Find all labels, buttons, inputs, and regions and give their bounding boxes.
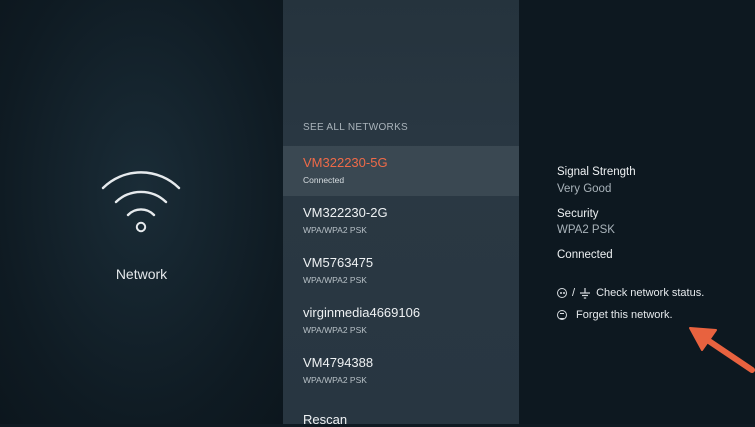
signal-strength-value: Very Good xyxy=(557,183,612,195)
forget-network-hint[interactable]: Forget this network. xyxy=(557,309,673,321)
network-security: WPA/WPA2 PSK xyxy=(303,225,367,235)
network-item-selected[interactable]: VM322230-5G Connected xyxy=(283,146,519,196)
check-status-text: Check network status. xyxy=(596,287,705,299)
network-item[interactable]: VM322230-2G WPA/WPA2 PSK xyxy=(283,196,519,246)
wifi-icon xyxy=(101,171,181,233)
network-item[interactable]: VM5763475 WPA/WPA2 PSK xyxy=(283,246,519,296)
ground-icon xyxy=(580,287,591,299)
connection-status: Connected xyxy=(557,249,613,261)
check-status-hint: / Check network status. xyxy=(557,287,704,299)
network-list: VM322230-5G Connected VM322230-2G WPA/WP… xyxy=(283,146,519,396)
list-header: SEE ALL NETWORKS xyxy=(303,122,409,133)
forget-network-text: Forget this network. xyxy=(576,309,673,321)
network-name: virginmedia4669106 xyxy=(303,305,421,320)
security-label: Security xyxy=(557,208,599,220)
security-value: WPA2 PSK xyxy=(557,224,615,236)
network-name: VM5763475 xyxy=(303,255,374,270)
hint-separator: / xyxy=(572,287,576,299)
network-name: VM322230-2G xyxy=(303,205,388,220)
network-list-panel: SEE ALL NETWORKS VM322230-5G Connected V… xyxy=(283,0,519,427)
network-name: VM4794388 xyxy=(303,355,374,370)
network-name: VM322230-5G xyxy=(303,155,388,170)
network-security: WPA/WPA2 PSK xyxy=(303,375,367,385)
left-panel: Network xyxy=(0,0,283,424)
signal-strength-label: Signal Strength xyxy=(557,166,636,178)
menu-button-icon xyxy=(557,310,567,320)
network-security: WPA/WPA2 PSK xyxy=(303,275,367,285)
network-item[interactable]: VM4794388 WPA/WPA2 PSK xyxy=(283,346,519,396)
rescan-button[interactable]: Rescan xyxy=(303,412,347,427)
arrow-annotation-icon xyxy=(689,327,755,373)
play-pause-button-icon xyxy=(557,288,567,298)
network-item[interactable]: virginmedia4669106 WPA/WPA2 PSK xyxy=(283,296,519,346)
network-status: Connected xyxy=(303,175,345,185)
page-title: Network xyxy=(115,266,168,282)
network-security: WPA/WPA2 PSK xyxy=(303,325,367,335)
